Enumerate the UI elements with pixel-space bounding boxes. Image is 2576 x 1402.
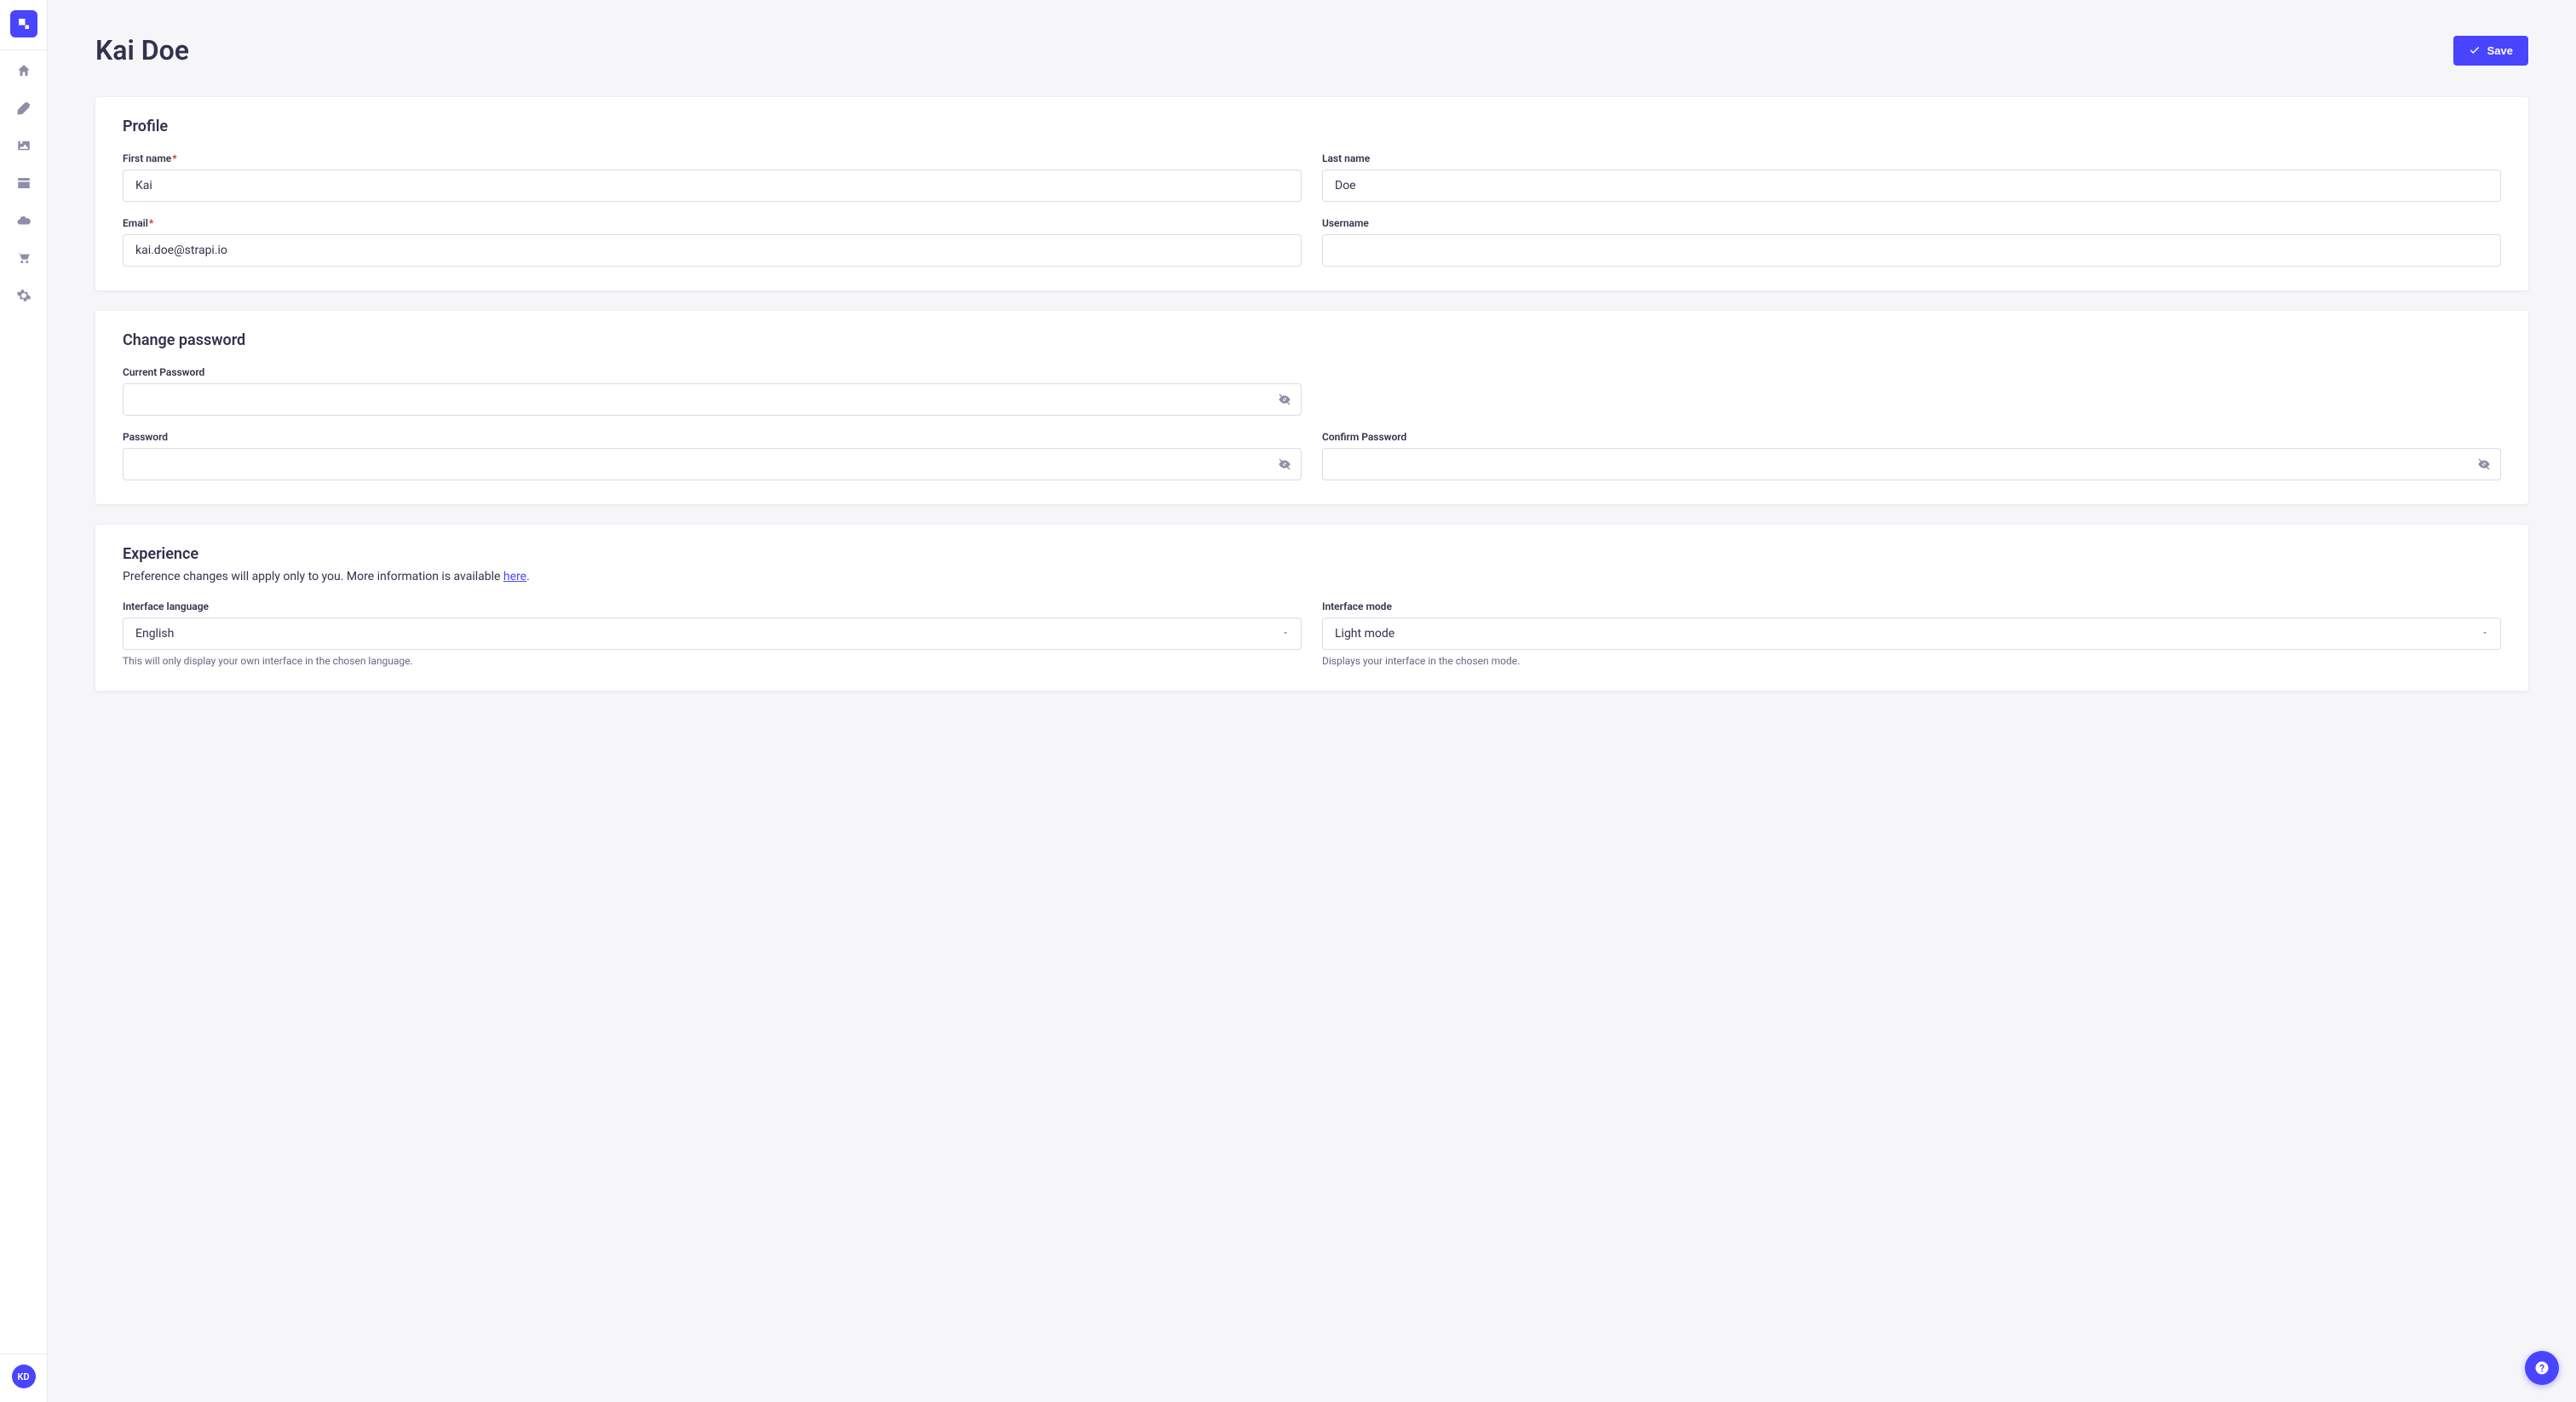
app-logo[interactable] bbox=[10, 10, 37, 37]
password-section-title: Change password bbox=[123, 331, 2501, 349]
language-helper: This will only display your own interfac… bbox=[123, 655, 1302, 667]
mode-helper: Displays your interface in the chosen mo… bbox=[1322, 655, 2501, 667]
mode-group: Interface mode Light mode Displays your … bbox=[1322, 600, 2501, 667]
help-button[interactable] bbox=[2525, 1351, 2559, 1385]
page-title: Kai Doe bbox=[95, 34, 189, 66]
eye-off-icon[interactable] bbox=[1278, 457, 1291, 471]
profile-section-title: Profile bbox=[123, 118, 2501, 135]
question-icon bbox=[2534, 1360, 2550, 1376]
save-button-label: Save bbox=[2487, 44, 2513, 57]
home-icon[interactable] bbox=[14, 60, 34, 81]
check-icon bbox=[2469, 44, 2481, 56]
first-name-input[interactable] bbox=[123, 170, 1302, 202]
sidebar: KD bbox=[0, 0, 48, 1402]
username-input[interactable] bbox=[1322, 234, 2501, 267]
language-select[interactable]: English bbox=[123, 618, 1302, 650]
last-name-label: Last name bbox=[1322, 152, 2501, 164]
new-password-group: Password bbox=[123, 431, 1302, 480]
builder-icon[interactable] bbox=[14, 173, 34, 193]
media-icon[interactable] bbox=[14, 135, 34, 156]
new-password-label: Password bbox=[123, 431, 1302, 443]
sidebar-footer: KD bbox=[0, 1353, 47, 1388]
password-card: Change password Current Password Passwor… bbox=[95, 311, 2528, 504]
profile-card: Profile First name* Last name Email* bbox=[95, 97, 2528, 290]
divider bbox=[0, 49, 47, 50]
experience-section-title: Experience bbox=[123, 545, 2501, 563]
settings-icon[interactable] bbox=[14, 285, 34, 306]
mode-label: Interface mode bbox=[1322, 600, 2501, 612]
eye-off-icon[interactable] bbox=[2477, 457, 2491, 471]
mode-select[interactable]: Light mode bbox=[1322, 618, 2501, 650]
current-password-input[interactable] bbox=[123, 383, 1302, 416]
save-button[interactable]: Save bbox=[2453, 36, 2528, 66]
confirm-password-input[interactable] bbox=[1322, 448, 2501, 480]
current-password-label: Current Password bbox=[123, 366, 1302, 378]
cloud-icon[interactable] bbox=[14, 210, 34, 231]
experience-card: Experience Preference changes will apply… bbox=[95, 525, 2528, 691]
page-header: Kai Doe Save bbox=[95, 34, 2528, 66]
experience-subtitle: Preference changes will apply only to yo… bbox=[123, 570, 2501, 583]
experience-link[interactable]: here bbox=[503, 570, 526, 583]
first-name-group: First name* bbox=[123, 152, 1302, 202]
email-label: Email* bbox=[123, 217, 1302, 229]
language-label: Interface language bbox=[123, 600, 1302, 612]
confirm-password-label: Confirm Password bbox=[1322, 431, 2501, 443]
current-password-group: Current Password bbox=[123, 366, 1302, 416]
last-name-group: Last name bbox=[1322, 152, 2501, 202]
last-name-input[interactable] bbox=[1322, 170, 2501, 202]
user-avatar[interactable]: KD bbox=[12, 1365, 36, 1388]
new-password-input[interactable] bbox=[123, 448, 1302, 480]
email-group: Email* bbox=[123, 217, 1302, 267]
username-group: Username bbox=[1322, 217, 2501, 267]
content-icon[interactable] bbox=[14, 98, 34, 118]
first-name-label: First name* bbox=[123, 152, 1302, 164]
username-label: Username bbox=[1322, 217, 2501, 229]
eye-off-icon[interactable] bbox=[1278, 393, 1291, 406]
marketplace-icon[interactable] bbox=[14, 248, 34, 268]
email-input[interactable] bbox=[123, 234, 1302, 267]
confirm-password-group: Confirm Password bbox=[1322, 431, 2501, 480]
main-content: Kai Doe Save Profile First name* Last na… bbox=[48, 0, 2576, 1402]
language-group: Interface language English This will onl… bbox=[123, 600, 1302, 667]
